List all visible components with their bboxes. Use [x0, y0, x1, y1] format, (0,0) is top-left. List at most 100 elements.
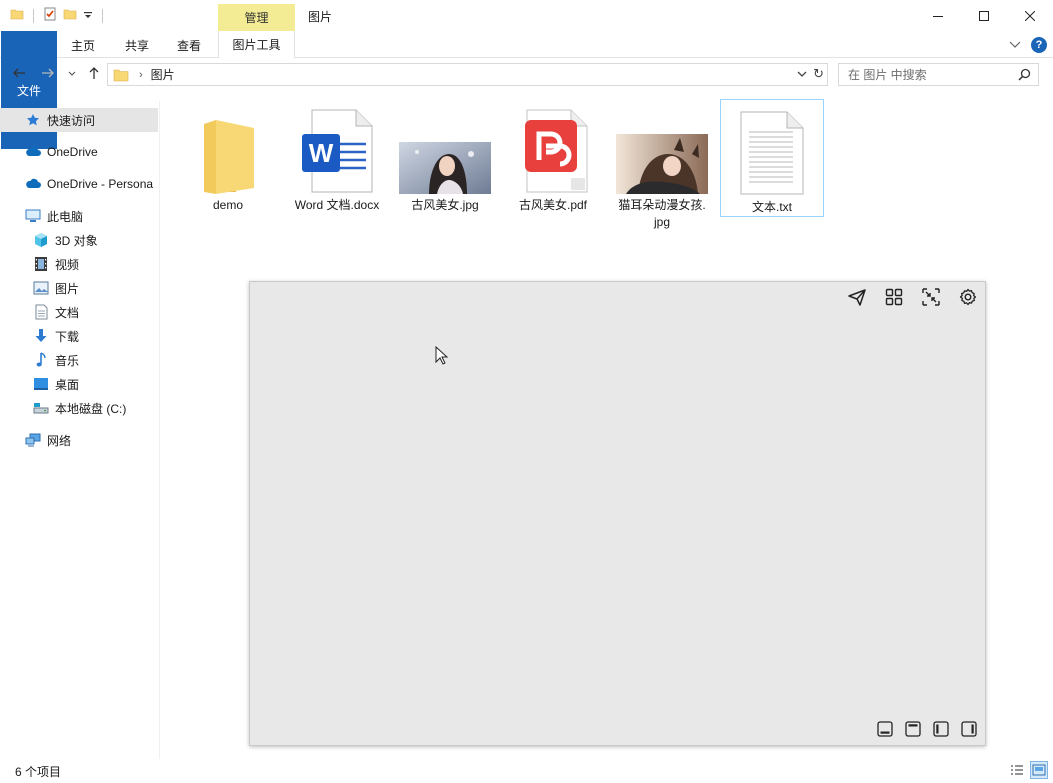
ribbon-expand-chevron-icon[interactable]	[1009, 38, 1021, 52]
breadcrumb-chevron-icon[interactable]: ›	[139, 69, 143, 81]
folder-icon[interactable]	[10, 7, 24, 24]
ribbon-right-controls: ?	[1009, 37, 1047, 53]
minimize-button[interactable]	[915, 0, 961, 31]
desktop-icon	[33, 376, 49, 392]
document-icon	[33, 304, 49, 320]
file-name: Word 文档.docx	[294, 198, 380, 212]
status-bar: 6 个项目	[0, 759, 1053, 783]
dock-bottom-icon[interactable]	[875, 719, 895, 739]
pdf-document-icon	[501, 104, 605, 194]
address-bar[interactable]: › 图片 ↻	[107, 63, 828, 86]
star-icon	[25, 112, 41, 128]
nav-item-label: 本地磁盘 (C:)	[55, 401, 127, 416]
folder-icon	[176, 104, 280, 194]
nav-item-onedrive[interactable]: OneDrive	[0, 140, 158, 164]
download-arrow-icon	[33, 328, 49, 344]
properties-icon[interactable]	[43, 7, 57, 24]
tab-picture-tools[interactable]: 图片工具	[218, 31, 295, 58]
address-dropdown-chevron-icon[interactable]	[797, 67, 807, 84]
nav-item-onedrive-personal[interactable]: OneDrive - Persona	[0, 172, 158, 196]
file-item-jpg[interactable]: 古风美女.jpg	[393, 98, 497, 216]
help-button[interactable]: ?	[1031, 37, 1047, 53]
title-bar: 管理 图片	[0, 0, 1053, 31]
network-icon	[25, 432, 41, 448]
nav-item-label: 音乐	[55, 353, 80, 368]
separator	[33, 8, 34, 23]
gear-icon[interactable]	[957, 286, 979, 308]
customize-dropdown-icon[interactable]	[83, 9, 93, 23]
film-icon	[33, 256, 49, 272]
back-arrow-icon[interactable]	[12, 66, 26, 83]
large-icons-view-icon[interactable]	[1030, 761, 1048, 779]
image-thumbnail	[393, 104, 497, 194]
dock-right-icon[interactable]	[959, 719, 979, 739]
picture-icon	[33, 280, 49, 296]
details-view-icon[interactable]	[1008, 761, 1026, 779]
send-paper-plane-icon[interactable]	[846, 286, 868, 308]
nav-item-network[interactable]: 网络	[0, 428, 158, 452]
dock-left-icon[interactable]	[931, 719, 951, 739]
nav-item-label: OneDrive	[47, 145, 98, 159]
nav-item-quick-access[interactable]: 快速访问	[0, 108, 158, 132]
nav-item-desktop[interactable]: 桌面	[0, 372, 158, 396]
floating-panel[interactable]	[249, 281, 986, 746]
file-item-pdf[interactable]: 古风美女.pdf	[501, 98, 605, 216]
search-box[interactable]: 在 图片 中搜索	[838, 63, 1039, 86]
navigation-row: › 图片 ↻ 在 图片 中搜索	[0, 58, 1053, 91]
forward-arrow-icon[interactable]	[41, 66, 55, 83]
file-name: 文本.txt	[751, 200, 792, 214]
nav-item-label: 此电脑	[47, 209, 84, 224]
window-controls	[915, 0, 1053, 31]
nav-item-videos[interactable]: 视频	[0, 252, 158, 276]
file-name: 猫耳朵动漫女孩. jpg	[610, 197, 714, 231]
collapse-arrows-icon[interactable]	[920, 286, 942, 308]
nav-item-music[interactable]: 音乐	[0, 348, 158, 372]
mouse-cursor-icon	[435, 345, 449, 369]
maximize-button[interactable]	[961, 0, 1007, 31]
grid-icon[interactable]	[883, 286, 905, 308]
nav-item-label: 文档	[55, 305, 80, 320]
up-arrow-icon[interactable]	[87, 66, 101, 83]
file-item-docx[interactable]: W Word 文档.docx	[285, 98, 389, 216]
nav-item-label: 快速访问	[47, 113, 96, 128]
window-title: 图片	[308, 10, 333, 24]
tab-view[interactable]: 查看	[168, 33, 210, 57]
cube-icon	[33, 232, 49, 248]
file-item-folder[interactable]: demo	[176, 98, 280, 216]
word-document-icon: W	[285, 104, 389, 194]
nav-item-label: OneDrive - Persona	[47, 177, 154, 191]
folder-icon	[113, 68, 129, 82]
nav-item-documents[interactable]: 文档	[0, 300, 158, 324]
file-item-txt[interactable]: 文本.txt	[720, 99, 824, 217]
close-button[interactable]	[1007, 0, 1053, 31]
dock-top-icon[interactable]	[903, 719, 923, 739]
nav-item-label: 桌面	[55, 377, 80, 392]
context-tab-header[interactable]: 管理	[218, 4, 295, 31]
nav-item-downloads[interactable]: 下载	[0, 324, 158, 348]
nav-item-pictures[interactable]: 图片	[0, 276, 158, 300]
file-view: demo W Word 文档.docx 古风美女.jpg 古风美女.pdf 猫耳…	[170, 98, 1040, 238]
tab-share[interactable]: 共享	[114, 33, 160, 57]
nav-item-label: 图片	[55, 281, 80, 296]
recent-locations-chevron-icon[interactable]	[68, 66, 76, 83]
nav-item-local-disk-c[interactable]: 本地磁盘 (C:)	[0, 396, 158, 420]
breadcrumb-item[interactable]: 图片	[151, 66, 175, 83]
nav-item-label: 视频	[55, 257, 80, 272]
panel-toolbar	[846, 286, 979, 308]
nav-item-label: 3D 对象	[55, 233, 98, 248]
item-count: 6 个项目	[15, 765, 62, 779]
search-icon[interactable]	[1018, 68, 1031, 84]
new-folder-icon[interactable]	[63, 7, 77, 24]
quick-access-toolbar	[10, 7, 106, 24]
nav-item-this-pc[interactable]: 此电脑	[0, 204, 158, 228]
pc-icon	[25, 208, 41, 224]
view-toggles	[1008, 761, 1048, 779]
file-name-line: jpg	[653, 215, 670, 229]
image-thumbnail	[610, 104, 714, 194]
ribbon-tabs: 文件 主页 共享 查看 图片工具 ?	[0, 31, 1053, 149]
file-item-jpg[interactable]: 猫耳朵动漫女孩. jpg	[610, 98, 714, 229]
refresh-icon[interactable]: ↻	[813, 66, 824, 82]
nav-item-3d-objects[interactable]: 3D 对象	[0, 228, 158, 252]
tab-home[interactable]: 主页	[60, 33, 106, 57]
file-name: demo	[212, 198, 244, 212]
